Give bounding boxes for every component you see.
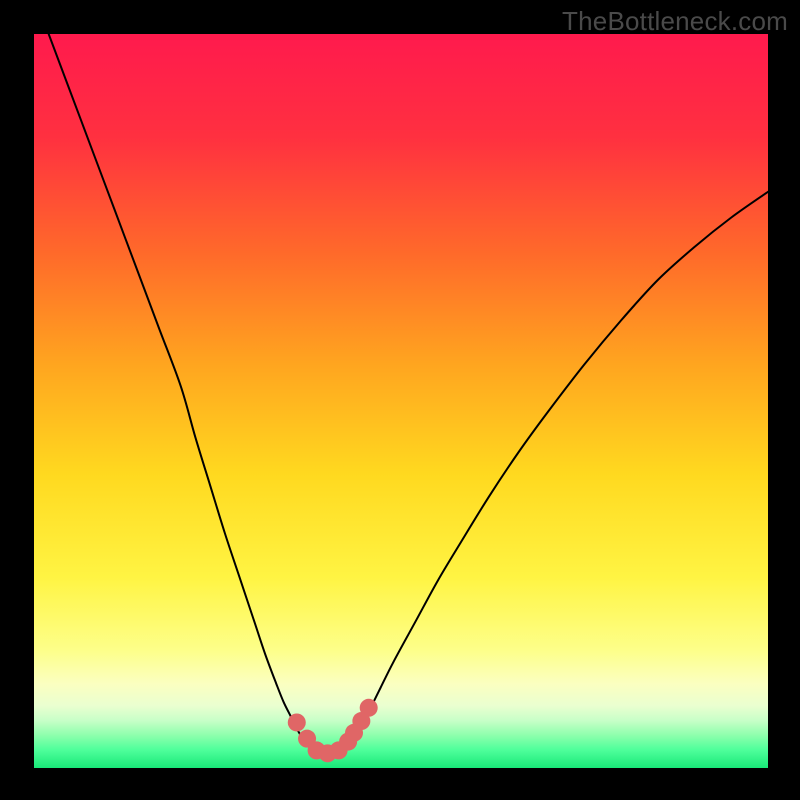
valley-marker xyxy=(288,713,306,731)
plot-background xyxy=(34,34,768,768)
bottleneck-curve-chart xyxy=(34,34,768,768)
chart-frame: TheBottleneck.com xyxy=(0,0,800,800)
valley-marker xyxy=(360,699,378,717)
watermark-text: TheBottleneck.com xyxy=(562,6,788,37)
